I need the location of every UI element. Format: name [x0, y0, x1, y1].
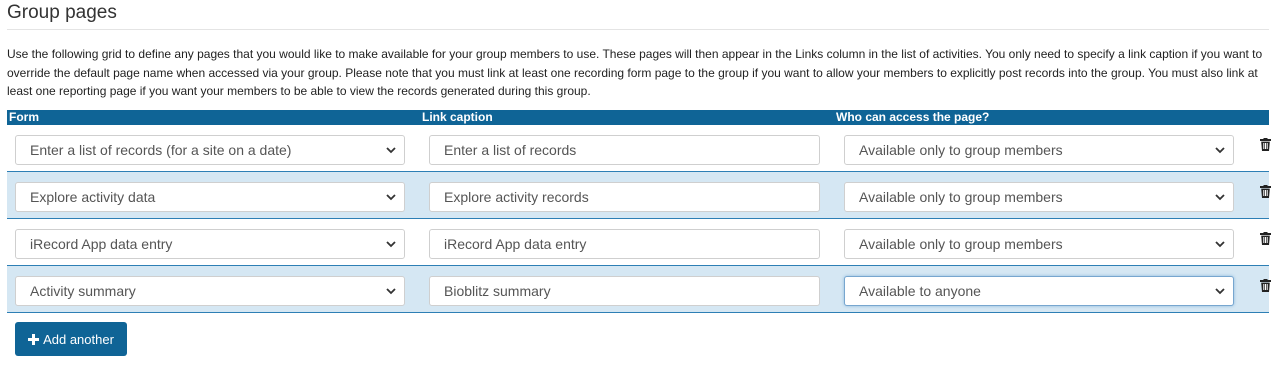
link-caption-input[interactable]: iRecord App data entry [429, 229, 820, 259]
delete-row-icon[interactable] [1260, 185, 1271, 198]
form-select-value: iRecord App data entry [30, 236, 173, 252]
link-caption-value: Bioblitz summary [444, 283, 551, 299]
chevron-down-icon [1215, 241, 1225, 248]
access-select[interactable]: Available only to group members [844, 229, 1234, 259]
access-select-value: Available to anyone [859, 283, 981, 299]
add-another-button[interactable]: Add another [15, 322, 127, 356]
link-caption-input[interactable]: Enter a list of records [429, 135, 820, 165]
chevron-down-icon [386, 194, 396, 201]
form-select-value: Explore activity data [30, 189, 156, 205]
chevron-down-icon [1215, 147, 1225, 154]
page-title: Group pages [7, 2, 1269, 30]
link-caption-value: iRecord App data entry [444, 236, 587, 252]
chevron-down-icon [1215, 194, 1225, 201]
grid-header: Form Link caption Who can access the pag… [7, 110, 1269, 125]
form-select-value: Activity summary [30, 283, 136, 299]
delete-row-icon[interactable] [1260, 232, 1271, 245]
form-select-value: Enter a list of records (for a site on a… [30, 142, 292, 158]
form-select[interactable]: Activity summary [15, 276, 405, 306]
link-caption-input[interactable]: Explore activity records [429, 182, 820, 212]
chevron-down-icon [386, 288, 396, 295]
access-select-value: Available only to group members [859, 236, 1063, 252]
access-select[interactable]: Available only to group members [844, 135, 1234, 165]
access-select[interactable]: Available only to group members [844, 182, 1234, 212]
access-select-value: Available only to group members [859, 189, 1063, 205]
link-caption-input[interactable]: Bioblitz summary [429, 276, 820, 306]
group-pages-grid: Form Link caption Who can access the pag… [7, 110, 1271, 313]
header-form: Form [9, 110, 39, 124]
add-another-label: Add another [43, 331, 114, 347]
grid-row: Enter a list of records (for a site on a… [7, 125, 1271, 172]
chevron-down-icon [386, 147, 396, 154]
grid-row: Activity summary Bioblitz summary Availa… [7, 266, 1271, 313]
grid-row: iRecord App data entry iRecord App data … [7, 219, 1271, 266]
form-select[interactable]: Explore activity data [15, 182, 405, 212]
plus-icon [28, 333, 40, 345]
intro-text: Use the following grid to define any pag… [7, 47, 1263, 98]
delete-row-icon[interactable] [1260, 279, 1271, 292]
link-caption-value: Enter a list of records [444, 142, 577, 158]
delete-row-icon[interactable] [1260, 138, 1271, 151]
chevron-down-icon [386, 241, 396, 248]
grid-row: Explore activity data Explore activity r… [7, 172, 1271, 219]
access-select-value: Available only to group members [859, 142, 1063, 158]
link-caption-value: Explore activity records [444, 189, 589, 205]
access-select[interactable]: Available to anyone [844, 276, 1234, 306]
header-link-caption: Link caption [422, 110, 493, 124]
chevron-down-icon [1215, 288, 1225, 295]
form-select[interactable]: Enter a list of records (for a site on a… [15, 135, 405, 165]
header-access: Who can access the page? [836, 110, 990, 124]
form-select[interactable]: iRecord App data entry [15, 229, 405, 259]
